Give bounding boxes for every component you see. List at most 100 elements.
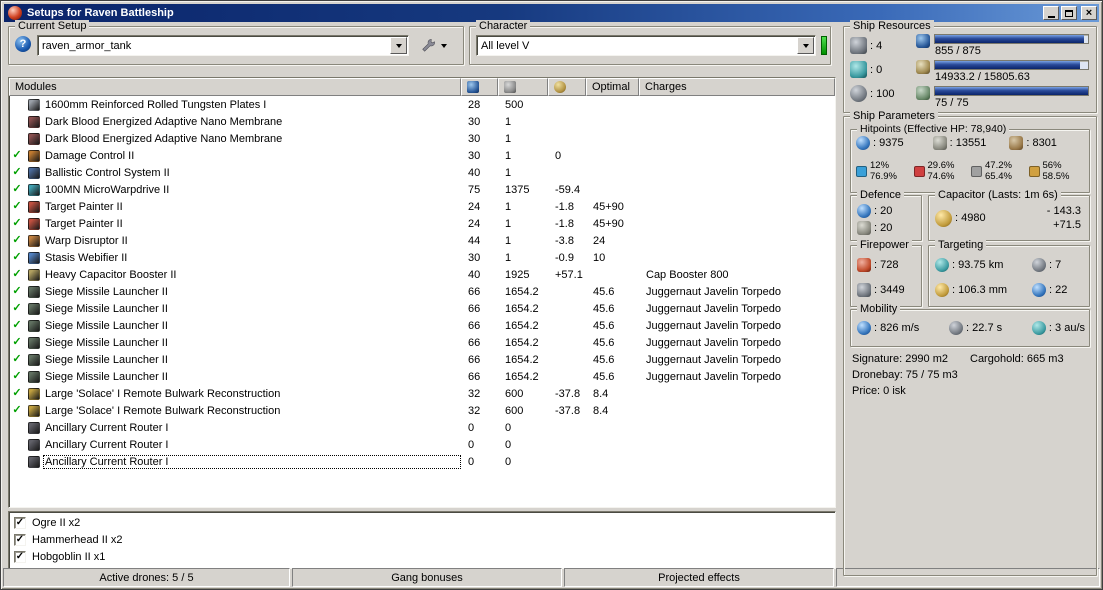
- drone-checkbox[interactable]: ✓: [14, 550, 26, 563]
- module-capacitor-value: -0.9: [555, 251, 574, 264]
- module-powergrid-value: 500: [505, 98, 524, 111]
- module-row[interactable]: ✓ Large 'Solace' I Remote Bulwark Reconst…: [9, 385, 835, 402]
- module-row[interactable]: 1600mm Reinforced Rolled Tungsten Plates…: [9, 96, 835, 113]
- drones-list[interactable]: ✓ Ogre II x2 ✓ Hammerhead II x2 ✓ Hobgoblin I…: [8, 511, 836, 569]
- module-powergrid-value: 1: [505, 132, 512, 145]
- module-row[interactable]: Ancillary Current Router I 0 0: [9, 419, 835, 436]
- drone-item[interactable]: ✓ Hammerhead II x2: [9, 531, 835, 548]
- drone-checkbox[interactable]: ✓: [14, 516, 26, 529]
- module-active-check: ✓: [12, 302, 22, 314]
- capacitor-deltas: - 143.3 +71.5: [1047, 204, 1081, 232]
- module-optimal-value: 45.6: [593, 319, 615, 332]
- module-name: Heavy Capacitor Booster II: [45, 268, 177, 281]
- module-active-check: ✓: [12, 404, 22, 416]
- module-icon: [28, 438, 40, 451]
- character-dropdown-arrow[interactable]: [797, 37, 814, 54]
- module-powergrid-value: 1654.2: [505, 285, 539, 298]
- module-powergrid-value: 1: [505, 166, 512, 179]
- kinetic-resist-icon: [971, 165, 982, 177]
- capacitor-drain-value: - 143.3: [1046, 205, 1081, 217]
- help-icon[interactable]: ?: [15, 36, 31, 52]
- powergrid-resource-icon: [916, 60, 930, 74]
- current-setup-group: Current Setup ? raven_armor_tank: [8, 20, 464, 65]
- module-icon: [28, 302, 40, 315]
- column-header-powergrid[interactable]: [498, 78, 548, 96]
- module-row[interactable]: ✓ Target Painter II 24 1 -1.8 45+90: [9, 198, 835, 215]
- capacitor-amount-value: : 4980: [955, 212, 986, 224]
- maximize-button[interactable]: [1061, 6, 1077, 20]
- minimize-button[interactable]: [1043, 6, 1059, 20]
- module-active-check: ✓: [12, 387, 22, 399]
- explosive-armor-resist: 58.5%: [1042, 171, 1070, 182]
- resource-bars-block: 855 / 875 14933.2 / 15805.63 75 / 75: [916, 34, 1089, 110]
- column-header-modules[interactable]: Modules: [9, 78, 461, 96]
- app-window: Setups for Raven Battleship × Current Se…: [0, 0, 1103, 590]
- maximize-icon: [1065, 9, 1073, 17]
- module-row[interactable]: ✓ Siege Missile Launcher II 66 1654.2 45.6 Ju…: [9, 368, 835, 385]
- module-capacitor-value: -37.8: [555, 404, 581, 417]
- module-row[interactable]: ✓ Siege Missile Launcher II 66 1654.2 45.6 Ju…: [9, 300, 835, 317]
- module-charges-value: Juggernaut Javelin Torpedo: [646, 319, 781, 332]
- module-row[interactable]: ✓ Stasis Webifier II 30 1 -0.9 10: [9, 249, 835, 266]
- setup-dropdown-arrow[interactable]: [390, 37, 407, 54]
- capacitor-peak-value: +71.5: [1053, 219, 1081, 231]
- kinetic-resist: 47.2% 65.4%: [971, 160, 1029, 182]
- column-header-cpu[interactable]: [461, 78, 498, 96]
- modules-listview[interactable]: Modules Optimal Charges 1600mm Reinforce…: [8, 77, 836, 508]
- module-row[interactable]: ✓ Siege Missile Launcher II 66 1654.2 45.6 Ju…: [9, 334, 835, 351]
- title-bar[interactable]: Setups for Raven Battleship ×: [4, 4, 1099, 22]
- module-row[interactable]: ✓ Siege Missile Launcher II 66 1654.2 45.6 Ju…: [9, 317, 835, 334]
- column-header-capacitor[interactable]: [548, 78, 586, 96]
- defence-shield-recharge: : 20: [857, 203, 917, 218]
- module-row[interactable]: ✓ Ballistic Control System II 40 1: [9, 164, 835, 181]
- module-row[interactable]: ✓ Large 'Solace' I Remote Bulwark Reconst…: [9, 402, 835, 419]
- column-header-charges[interactable]: Charges: [639, 78, 835, 96]
- module-powergrid-value: 1: [505, 251, 512, 264]
- targeting-group: Targeting : 93.75 km : 7 : 106.3 mm : 22: [928, 239, 1090, 307]
- mobility-align-time-value: : 22.7 s: [966, 322, 1003, 334]
- module-capacitor-value: -59.4: [555, 183, 581, 196]
- turret-hardpoints: : 4: [850, 36, 894, 55]
- character-dropdown-value: All level V: [481, 39, 530, 52]
- module-icon: [28, 200, 40, 213]
- thermal-armor-resist: 74.6%: [927, 171, 955, 182]
- ship-parameters-group: Ship Parameters Hitpoints (Effective HP:…: [843, 110, 1097, 576]
- drone-item[interactable]: ✓ Ogre II x2: [9, 514, 835, 531]
- turret-hardpoints-icon: [850, 37, 867, 54]
- module-row[interactable]: Dark Blood Energized Adaptive Nano Membr…: [9, 130, 835, 147]
- chevron-down-icon: [441, 43, 447, 48]
- status-projected-effects[interactable]: Projected effects: [564, 568, 834, 587]
- firepower-volley: : 728: [857, 257, 917, 272]
- module-row[interactable]: ✓ Damage Control II 30 1 0: [9, 147, 835, 164]
- hitpoints-title: Hitpoints (Effective HP: 78,940): [857, 123, 1010, 135]
- module-row[interactable]: Ancillary Current Router I 0 0: [9, 436, 835, 453]
- module-icon: [28, 353, 40, 366]
- resists-row: 12% 76.9% 29.6% 74.6% 47.2% 65.4% 56% 58.5%: [856, 160, 1086, 182]
- hitpoints-values: : 9375 : 13551 : 8301: [856, 136, 1086, 150]
- module-row[interactable]: Dark Blood Energized Adaptive Nano Membr…: [9, 113, 835, 130]
- modules-list[interactable]: 1600mm Reinforced Rolled Tungsten Plates…: [9, 96, 835, 507]
- drone-item[interactable]: ✓ Hobgoblin II x1: [9, 548, 835, 565]
- module-row[interactable]: ✓ Siege Missile Launcher II 66 1654.2 45.6 Ju…: [9, 351, 835, 368]
- character-dropdown[interactable]: All level V: [476, 35, 816, 56]
- module-row[interactable]: ✓ 100MN MicroWarpdrive II 75 1375 -59.4: [9, 181, 835, 198]
- firepower-dps-value: : 3449: [874, 283, 905, 296]
- max-targets-icon: [1032, 257, 1046, 272]
- module-row[interactable]: ✓ Siege Missile Launcher II 66 1654.2 45.6 Ju…: [9, 283, 835, 300]
- setup-dropdown[interactable]: raven_armor_tank: [37, 35, 409, 56]
- module-powergrid-value: 1654.2: [505, 353, 539, 366]
- drone-checkbox[interactable]: ✓: [14, 533, 26, 546]
- module-row[interactable]: ✓ Target Painter II 24 1 -1.8 45+90: [9, 215, 835, 232]
- column-header-optimal[interactable]: Optimal: [586, 78, 639, 96]
- module-row[interactable]: ✓ Heavy Capacitor Booster II 40 1925 +57.1 Ca…: [9, 266, 835, 283]
- targeting-scan-resolution-value: : 106.3 mm: [952, 283, 1008, 296]
- status-gang-bonuses[interactable]: Gang bonuses: [292, 568, 562, 587]
- sensor-strength-icon: [1032, 282, 1046, 297]
- module-row[interactable]: ✓ Warp Disruptor II 44 1 -3.8 24: [9, 232, 835, 249]
- module-powergrid-value: 1654.2: [505, 302, 539, 315]
- setup-tools-button[interactable]: [415, 35, 453, 56]
- ship-info-block: Signature: 2990 m2 Cargohold: 665 m3 Dro…: [852, 353, 1064, 397]
- module-row[interactable]: Ancillary Current Router I 0 0: [9, 453, 835, 470]
- close-button[interactable]: ×: [1081, 6, 1097, 20]
- module-active-check: ✓: [12, 217, 22, 229]
